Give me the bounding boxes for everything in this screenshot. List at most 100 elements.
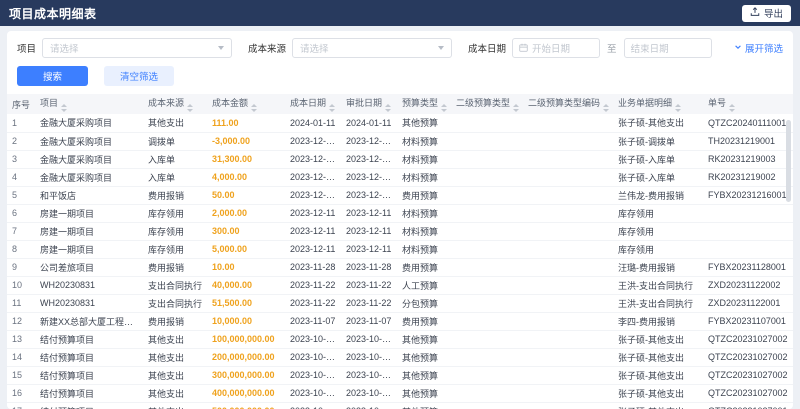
table-row[interactable]: 5 和平饭店 费用报销 50.00 2023-12-16 2023-12-16 费用预算 兰伟… [7,186,793,205]
table-cell: 2023-10-27 [341,330,397,349]
clear-search-button[interactable]: 清空筛选 [104,66,175,86]
table-row[interactable]: 1 金融大厦采购项目 其他支出 111.00 2024-01-11 2024-01-11 其… [7,114,793,133]
table-row[interactable]: 4 金融大厦采购项目 入库单 4,000.00 2023-12-19 2023-12-19… [7,168,793,187]
table-cell: 金融大厦采购项目 [35,150,143,169]
table-row[interactable]: 9 公司差旅项目 费用报销 10.00 2023-11-28 2023-11-28 费用预算… [7,258,793,277]
table-cell: 王洪-支出合同执行 [613,294,703,313]
table-cell: 2023-10-27 [285,330,341,349]
table-cell [523,402,613,409]
table-cell: 2023-10-27 [341,384,397,403]
page-content: 项目 请选择 成本来源 请选择 成本日期 开始日期 至 结束日期 展开筛选 搜索… [0,26,800,409]
sort-icon[interactable] [187,104,194,112]
column-label: 业务单据明细 [618,98,673,109]
column-header: 序号 [7,94,35,114]
column-header[interactable]: 成本金额 [207,94,285,114]
filter-bar: 项目 请选择 成本来源 请选择 成本日期 开始日期 至 结束日期 展开筛选 [7,31,793,62]
table-row[interactable]: 8 房建一期项目 库存领用 5,000.00 2023-12-11 2023-12-11 材… [7,240,793,259]
table-cell: 2023-10-27 [285,402,341,409]
table-cell: 金融大厦采购项目 [35,132,143,151]
table-cell: 材料预算 [397,204,451,223]
table-cell: 2,000.00 [207,204,285,223]
table-cell: 费用预算 [397,258,451,277]
column-header[interactable]: 项目 [35,94,143,114]
export-button[interactable]: 导出 [741,4,791,22]
sort-icon[interactable] [251,104,258,112]
table-row[interactable]: 13 结付预算项目 其他支出 100,000,000.00 2023-10-27 2023… [7,330,793,349]
table-cell: FYBX20231128001 [703,258,793,277]
expand-filter-label: 展开筛选 [744,44,783,55]
table-cell: 4 [7,168,35,187]
column-header[interactable]: 预算类型 [397,94,451,114]
table-cell: 其他支出 [143,348,207,367]
table-cell: 10.00 [207,258,285,277]
sort-icon[interactable] [675,104,682,112]
column-header[interactable]: 成本日期 [285,94,341,114]
table-cell [523,276,613,295]
sort-icon[interactable] [329,104,336,112]
table-cell: 房建一期项目 [35,222,143,241]
table-row[interactable]: 12 新建XX总部大厦工程二期 费用报销 10,000.00 2023-11-07 202… [7,312,793,331]
table-cell: 14 [7,348,35,367]
date-start-input[interactable]: 开始日期 [512,38,601,58]
table-cell: RK20231219003 [703,150,793,169]
table-cell: 人工预算 [397,276,451,295]
table-cell: 2023-12-19 [341,132,397,151]
table-row[interactable]: 10 WH20230831 支出合同执行 40,000.00 2023-11-22 202… [7,276,793,295]
table-cell: 2023-11-22 [341,276,397,295]
table-cell: 2023-11-22 [285,294,341,313]
table-row[interactable]: 2 金融大厦采购项目 调拨单 -3,000.00 2023-12-19 2023-12-1… [7,132,793,151]
table-cell: 31,300.00 [207,150,285,169]
column-header[interactable]: 业务单据明细 [613,94,703,114]
column-label: 成本日期 [290,98,327,109]
table-cell: 张子硕-其他支出 [613,366,703,385]
sort-icon[interactable] [603,104,610,112]
table-cell: 分包预算 [397,294,451,313]
table-cell: 其他预算 [397,348,451,367]
project-select[interactable]: 请选择 [42,38,233,58]
table-cell [451,294,523,313]
table-row[interactable]: 11 WH20230831 支出合同执行 51,500.00 2023-11-22 202… [7,294,793,313]
expand-filter-link[interactable]: 展开筛选 [734,41,783,55]
table-cell: 结付预算项目 [35,402,143,409]
table-row[interactable]: 15 结付预算项目 其他支出 300,000,000.00 2023-10-27 2023… [7,366,793,385]
date-end-input[interactable]: 结束日期 [623,38,712,58]
cost-source-filter-label: 成本来源 [248,44,287,55]
calendar-icon [519,39,528,57]
table-row[interactable]: 17结付预算项目其他支出500,000,000.002023-10-272023… [7,402,793,409]
column-header[interactable]: 二级预算类型编码 [523,94,613,114]
table-cell: 100,000,000.00 [207,330,285,349]
table-cell: 2023-12-19 [341,150,397,169]
sort-icon[interactable] [729,104,736,112]
column-header[interactable]: 二级预算类型 [451,94,523,114]
table-row[interactable]: 7 房建一期项目 库存领用 300.00 2023-12-11 2023-12-11 材料预… [7,222,793,241]
table-cell: QTZC20231027002 [703,366,793,385]
table-row[interactable]: 3 金融大厦采购项目 入库单 31,300.00 2023-12-19 2023-12-1… [7,150,793,169]
table-cell: 王洪-支出合同执行 [613,276,703,295]
sort-icon[interactable] [385,104,392,112]
table-cell: 7 [7,222,35,241]
table-cell: 调拨单 [143,132,207,151]
cost-source-select[interactable]: 请选择 [292,38,453,58]
table-cell: 400,000,000.00 [207,384,285,403]
search-button[interactable]: 搜索 [17,66,89,86]
table-cell: 新建XX总部大厦工程二期 [35,312,143,331]
sort-icon[interactable] [441,104,448,112]
table-row[interactable]: 14 结付预算项目 其他支出 200,000,000.00 2023-10-27 2023… [7,348,793,367]
table-row[interactable]: 16 结付预算项目 其他支出 400,000,000.00 2023-10-27 2023… [7,384,793,403]
cost-date-filter: 成本日期 开始日期 至 结束日期 [468,38,712,58]
column-header[interactable]: 单号 [703,94,793,114]
column-header[interactable]: 审批日期 [341,94,397,114]
vertical-scrollbar[interactable] [786,120,791,202]
column-header[interactable]: 成本来源 [143,94,207,114]
table-cell: 16 [7,384,35,403]
table-cell: 17 [7,402,35,409]
table-cell: 和平饭店 [35,186,143,205]
table-cell: 40,000.00 [207,276,285,295]
sort-icon[interactable] [61,104,68,112]
sort-icon[interactable] [513,104,520,112]
table-cell: 材料预算 [397,222,451,241]
table-cell: 兰伟龙-费用报销 [613,186,703,205]
table-row[interactable]: 6 房建一期项目 库存领用 2,000.00 2023-12-11 2023-12-11 材… [7,204,793,223]
table-cell: -3,000.00 [207,132,285,151]
table-cell: 其他预算 [397,330,451,349]
